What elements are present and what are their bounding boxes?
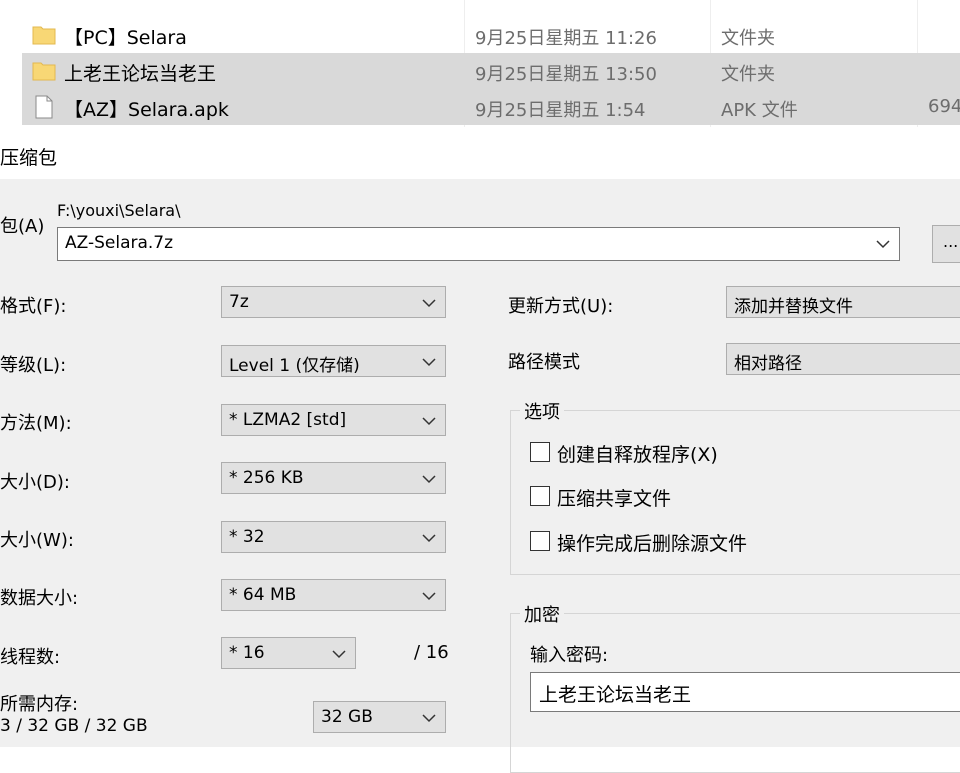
method-select[interactable]: * LZMA2 [std] [221, 404, 446, 436]
chevron-down-icon [422, 534, 436, 543]
memory-value: 32 GB [321, 707, 373, 727]
update-mode-label: 更新方式(U): [508, 296, 614, 317]
path-mode-label: 路径模式 [508, 352, 580, 373]
dict-size-value: * 256 KB [229, 468, 304, 488]
file-date: 9月25日星期五 13:50 [475, 64, 657, 85]
solid-size-value: * 64 MB [229, 585, 297, 605]
sfx-checkbox-label: 创建自释放程序(X) [557, 444, 718, 466]
archive-name-value: AZ-Selara.7z [65, 233, 174, 253]
chevron-down-icon [422, 417, 436, 426]
file-size: 694 [928, 96, 960, 117]
file-name: 【PC】Selara [64, 27, 187, 49]
file-row-pc-selara[interactable]: 【PC】Selara 9月25日星期五 11:26 文件夹 [22, 17, 960, 53]
sfx-checkbox[interactable] [530, 442, 550, 462]
archive-path: F:\youxi\Selara\ [57, 201, 181, 220]
level-label: 等级(L): [0, 355, 67, 376]
shared-files-checkbox-label: 压缩共享文件 [557, 488, 672, 510]
encryption-group-title: 加密 [520, 601, 564, 627]
threads-select[interactable]: * 16 [221, 637, 356, 669]
file-name: 上老王论坛当老王 [64, 63, 217, 85]
memory-label: 所需内存: [0, 694, 79, 715]
file-row-folder-laowang[interactable]: 上老王论坛当老王 9月25日星期五 13:50 文件夹 [22, 53, 960, 89]
options-group-title: 选项 [520, 398, 564, 424]
dialog-titlebar: 压缩包 [0, 127, 960, 179]
format-select[interactable]: 7z [221, 286, 446, 318]
memory-select[interactable]: 32 GB [313, 701, 446, 733]
file-name: 【AZ】Selara.apk [64, 99, 229, 121]
file-explorer-list: 【PC】Selara 9月25日星期五 11:26 文件夹 上老王论坛当老王 9… [0, 0, 960, 127]
chevron-down-icon [422, 358, 436, 367]
path-mode-value: 相对路径 [734, 354, 802, 374]
folder-icon [32, 62, 56, 81]
method-label: 方法(M): [0, 413, 72, 434]
file-type: APK 文件 [721, 100, 798, 121]
solid-size-label: 数据大小: [0, 588, 79, 609]
update-mode-value: 添加并替换文件 [734, 297, 853, 317]
word-size-value: * 32 [229, 527, 265, 547]
file-row-az-selara-apk[interactable]: 【AZ】Selara.apk 9月25日星期五 1:54 APK 文件 694 [22, 89, 960, 125]
chevron-down-icon [332, 650, 346, 659]
folder-icon [32, 26, 56, 45]
level-value: Level 1 (仅存储) [229, 356, 360, 376]
shared-files-checkbox[interactable] [530, 486, 550, 506]
file-icon [35, 95, 53, 119]
threads-value: * 16 [229, 643, 265, 663]
word-size-label: 大小(W): [0, 530, 74, 551]
compress-dialog: 压缩包 包(A) F:\youxi\Selara\ AZ-Selara.7z .… [0, 127, 960, 773]
dialog-title: 压缩包 [0, 147, 58, 169]
dict-size-select[interactable]: * 256 KB [221, 462, 446, 494]
threads-max: / 16 [414, 642, 449, 663]
word-size-select[interactable]: * 32 [221, 521, 446, 553]
level-select[interactable]: Level 1 (仅存储) [221, 345, 446, 377]
delete-after-checkbox[interactable] [530, 531, 550, 551]
threads-label: 线程数: [0, 647, 61, 668]
password-value: 上老王论坛当老王 [539, 684, 692, 706]
chevron-down-icon [876, 240, 890, 249]
delete-after-checkbox-label: 操作完成后删除源文件 [557, 533, 748, 555]
method-value: * LZMA2 [std] [229, 410, 347, 430]
browse-button-label: ... [943, 232, 959, 251]
chevron-down-icon [422, 475, 436, 484]
password-input[interactable]: 上老王论坛当老王 [530, 672, 960, 712]
archive-label: 包(A) [0, 216, 45, 237]
file-date: 9月25日星期五 1:54 [475, 100, 646, 121]
dict-size-label: 大小(D): [0, 472, 70, 493]
password-label: 输入密码: [530, 645, 609, 666]
format-value: 7z [229, 292, 249, 312]
archive-name-combo[interactable]: AZ-Selara.7z [57, 227, 900, 261]
browse-button[interactable]: ... [932, 225, 960, 263]
format-label: 格式(F): [0, 296, 67, 317]
chevron-down-icon [422, 592, 436, 601]
solid-size-select[interactable]: * 64 MB [221, 579, 446, 611]
path-mode-select[interactable]: 相对路径 [726, 343, 960, 375]
file-type: 文件夹 [721, 64, 775, 85]
chevron-down-icon [422, 299, 436, 308]
file-type: 文件夹 [721, 28, 775, 49]
memory-usage: 3 / 32 GB / 32 GB [0, 716, 148, 736]
chevron-down-icon [422, 714, 436, 723]
file-date: 9月25日星期五 11:26 [475, 28, 657, 49]
update-mode-select[interactable]: 添加并替换文件 [726, 286, 960, 318]
